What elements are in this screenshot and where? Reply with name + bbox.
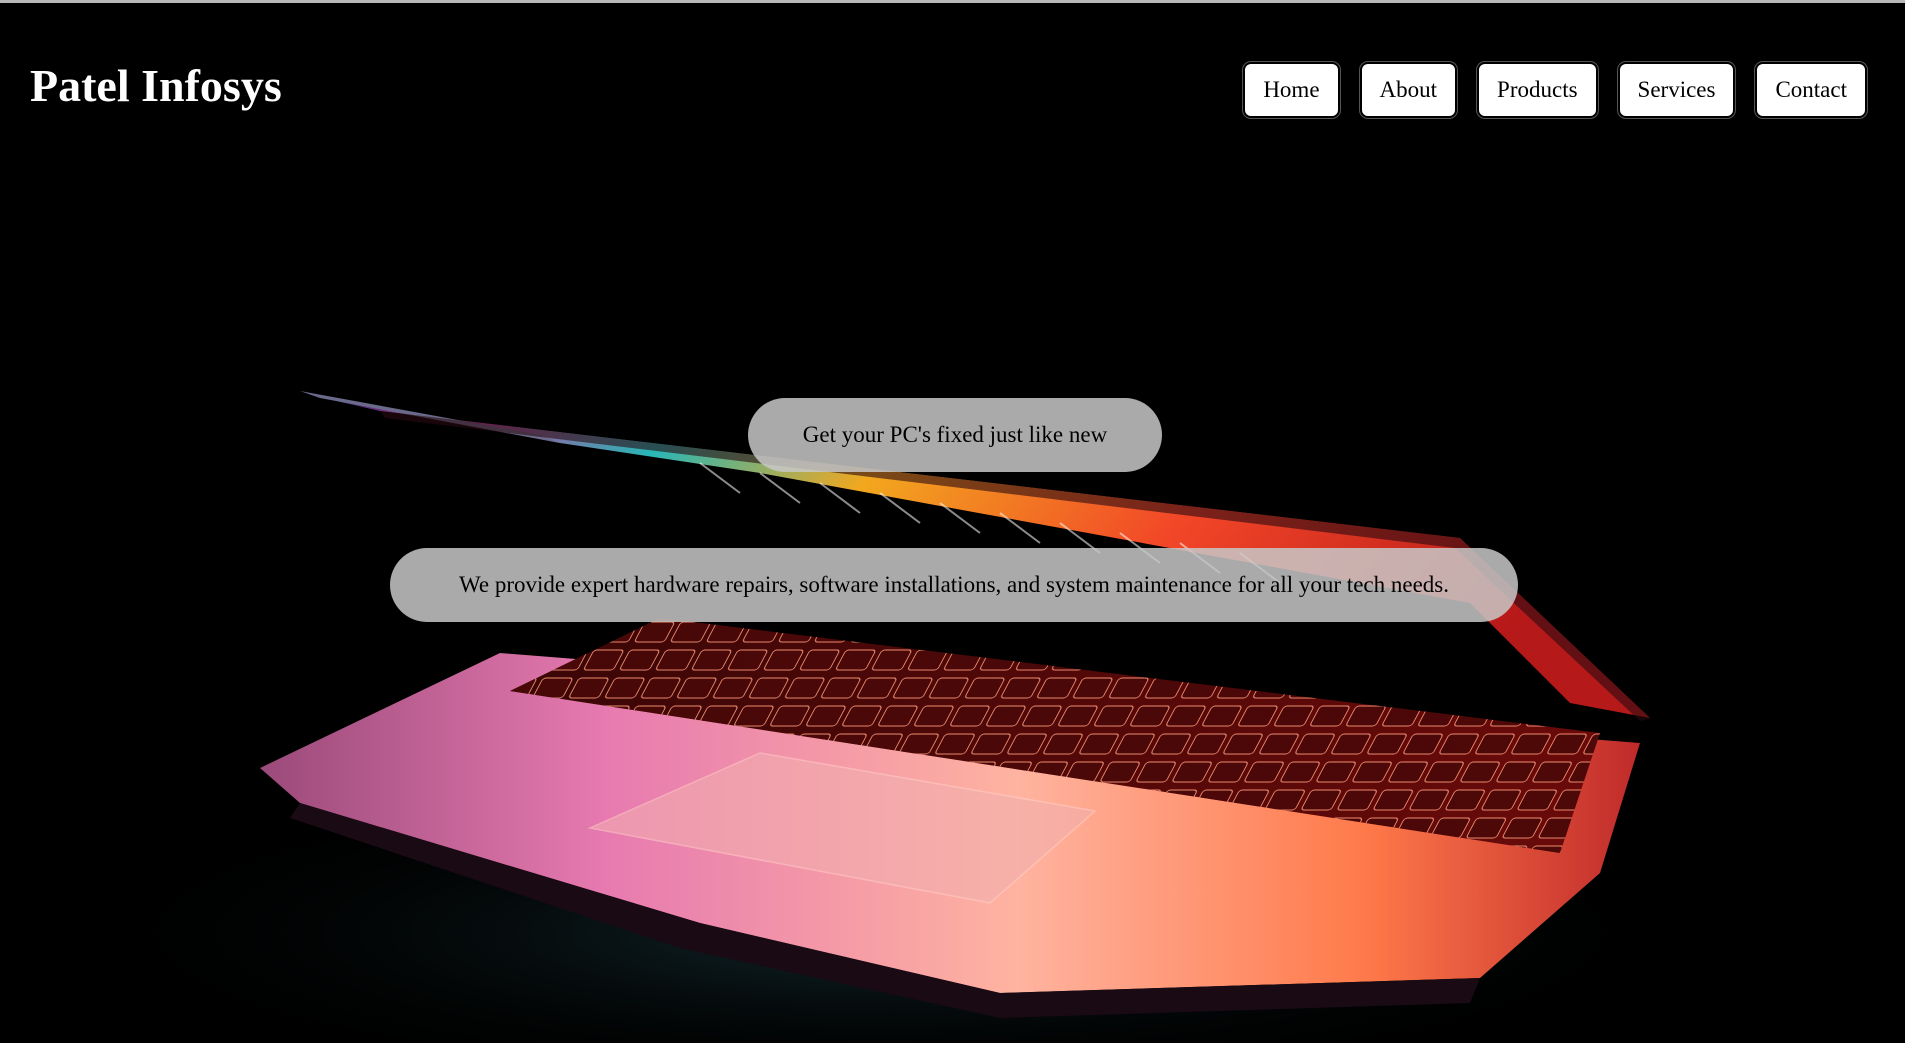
nav-services-button[interactable]: Services: [1617, 62, 1736, 118]
hero-description: We provide expert hardware repairs, soft…: [390, 548, 1518, 622]
hero-tagline: Get your PC's fixed just like new: [748, 398, 1162, 472]
brand-title: Patel Infosys: [30, 60, 282, 111]
nav-home-button[interactable]: Home: [1243, 62, 1340, 118]
site-header: Patel Infosys Home About Products Servic…: [0, 3, 1905, 143]
nav-products-button[interactable]: Products: [1477, 62, 1598, 118]
nav-about-button[interactable]: About: [1359, 62, 1458, 118]
hero-background-image: [0, 3, 1905, 1043]
main-nav: Home About Products Services Contact: [1243, 62, 1867, 118]
landing-page: Patel Infosys Home About Products Servic…: [0, 0, 1905, 1043]
nav-contact-button[interactable]: Contact: [1755, 62, 1867, 118]
